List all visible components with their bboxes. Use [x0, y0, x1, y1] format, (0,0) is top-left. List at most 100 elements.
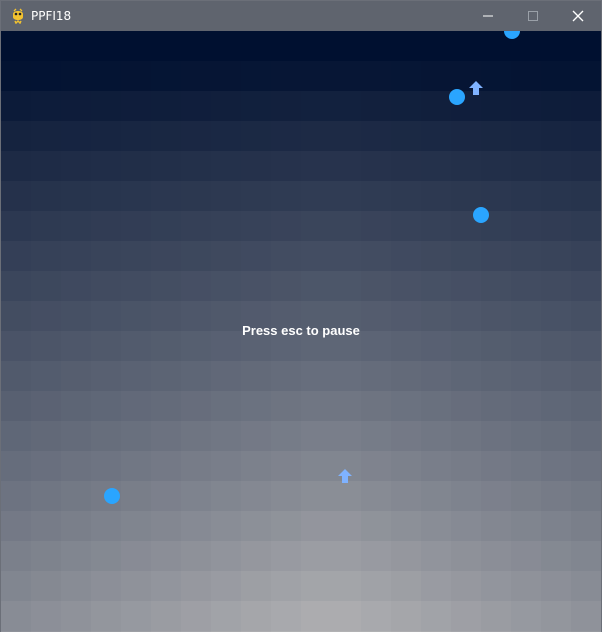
sky-tile	[31, 421, 61, 451]
sky-tile	[421, 391, 451, 421]
sky-tile	[61, 31, 91, 61]
sky-tile	[1, 481, 31, 511]
sky-tile	[571, 421, 601, 451]
sky-tile	[181, 31, 211, 61]
sky-tile	[1, 151, 31, 181]
sky-tile	[511, 511, 541, 541]
sky-tile	[391, 151, 421, 181]
sky-tile	[181, 181, 211, 211]
sky-tile	[91, 451, 121, 481]
sky-tile	[151, 181, 181, 211]
sky-tile	[61, 601, 91, 631]
sky-tile	[331, 511, 361, 541]
sky-tile	[271, 211, 301, 241]
sky-tile	[271, 511, 301, 541]
game-canvas[interactable]: Press esc to pause	[1, 31, 601, 632]
sky-tile	[241, 211, 271, 241]
sky-tile	[1, 31, 31, 61]
minimize-button[interactable]	[465, 1, 511, 31]
sky-tile	[511, 181, 541, 211]
enemy-dot	[449, 89, 465, 105]
sky-tile	[211, 181, 241, 211]
sky-tile	[241, 421, 271, 451]
sky-tile	[541, 271, 571, 301]
sky-tile	[211, 361, 241, 391]
sky-tile	[241, 151, 271, 181]
sky-tile	[421, 451, 451, 481]
sky-tile	[151, 151, 181, 181]
sky-tile	[61, 121, 91, 151]
sky-tile	[301, 31, 331, 61]
sky-tile	[121, 481, 151, 511]
sky-tile	[91, 61, 121, 91]
sky-tile	[241, 481, 271, 511]
sky-tile	[271, 61, 301, 91]
sky-tile	[271, 601, 301, 631]
sky-tile	[391, 271, 421, 301]
sky-tile	[361, 511, 391, 541]
sky-tile	[151, 61, 181, 91]
sky-tile	[211, 391, 241, 421]
sky-tile	[31, 391, 61, 421]
sky-tile	[91, 241, 121, 271]
sky-tile	[481, 61, 511, 91]
sky-tile	[451, 31, 481, 61]
sky-tile	[391, 121, 421, 151]
sky-tile	[391, 241, 421, 271]
close-icon	[572, 10, 584, 22]
sky-tile	[511, 601, 541, 631]
sky-tile	[211, 91, 241, 121]
sky-tile	[211, 421, 241, 451]
maximize-button[interactable]	[510, 1, 556, 31]
arrow-projectile-icon	[338, 469, 352, 483]
sky-tile	[91, 31, 121, 61]
sky-tile	[571, 451, 601, 481]
sky-tile	[91, 151, 121, 181]
close-button[interactable]	[555, 1, 601, 31]
sky-tile	[391, 421, 421, 451]
sky-tile	[361, 421, 391, 451]
sky-tile	[421, 211, 451, 241]
sky-tile	[571, 391, 601, 421]
sky-tile	[511, 211, 541, 241]
sky-tile	[271, 391, 301, 421]
sky-tile	[541, 421, 571, 451]
sky-tile	[391, 601, 421, 631]
sky-tile	[241, 571, 271, 601]
sky-tile	[511, 541, 541, 571]
sky-tile	[241, 361, 271, 391]
sky-tile	[541, 571, 571, 601]
sky-tile	[421, 271, 451, 301]
sky-tile	[331, 271, 361, 301]
sky-tile	[301, 451, 331, 481]
sky-tile	[61, 181, 91, 211]
sky-tile	[451, 541, 481, 571]
sky-tile	[361, 541, 391, 571]
sky-tile	[31, 271, 61, 301]
sky-tile	[541, 361, 571, 391]
window-title: PPFI18	[31, 9, 72, 23]
sky-tile	[541, 91, 571, 121]
minimize-icon	[483, 15, 493, 17]
sky-tile	[331, 151, 361, 181]
title-bar[interactable]: PPFI18	[1, 1, 601, 31]
sky-tile	[361, 241, 391, 271]
sky-tile	[91, 541, 121, 571]
sky-tile	[31, 601, 61, 631]
sky-tile	[31, 481, 61, 511]
sky-tile	[241, 181, 271, 211]
sky-tile	[571, 31, 601, 61]
sky-tile	[271, 121, 301, 151]
sky-tile	[541, 241, 571, 271]
sky-tile	[61, 571, 91, 601]
enemy-dot	[104, 488, 120, 504]
sky-tile	[481, 91, 511, 121]
sky-tile	[571, 241, 601, 271]
sky-tile	[421, 91, 451, 121]
sky-tile	[511, 571, 541, 601]
sky-tile	[181, 391, 211, 421]
sky-tile	[1, 421, 31, 451]
sky-tile	[451, 271, 481, 301]
sky-tile	[331, 91, 361, 121]
sky-tile	[151, 31, 181, 61]
